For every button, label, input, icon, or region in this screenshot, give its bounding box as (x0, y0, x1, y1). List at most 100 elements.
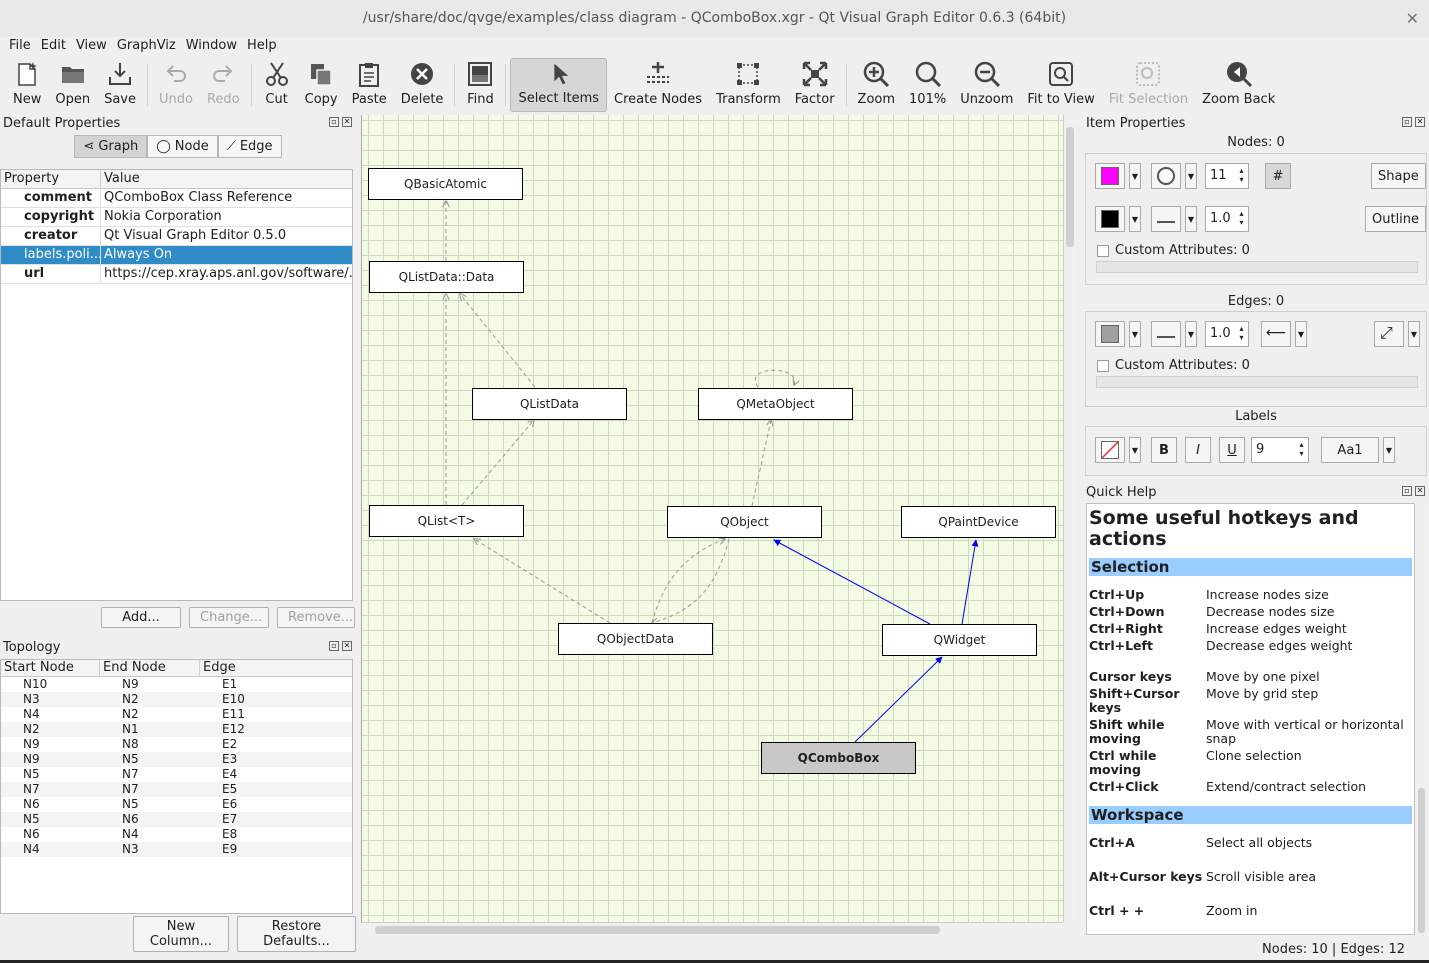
font-button[interactable]: Aa1 (1321, 437, 1379, 463)
edge-color-button[interactable] (1095, 321, 1125, 347)
node-qlistdata[interactable]: QListData (472, 388, 627, 420)
scrollbar-thumb[interactable] (1418, 788, 1425, 933)
add-button[interactable]: Add... (101, 607, 181, 628)
find-button[interactable]: Find (459, 58, 501, 112)
shape-button[interactable]: Shape (1371, 163, 1426, 189)
bold-button[interactable]: B (1151, 437, 1177, 463)
table-row[interactable]: url https://cep.xray.aps.anl.gov/software… (1, 265, 352, 284)
node-shape-button[interactable] (1151, 163, 1181, 189)
edge-width-spinbox[interactable]: 1.0 (1205, 321, 1249, 347)
table-row[interactable]: N3 N2 E10 (1, 692, 352, 707)
zoom-level-button[interactable]: 101% (902, 58, 953, 112)
menu-view[interactable]: View (71, 37, 112, 57)
edge-type-button[interactable]: ⤢ (1374, 321, 1404, 347)
table-row[interactable]: copyright Nokia Corporation (1, 208, 352, 227)
unzoom-button[interactable]: Unzoom (953, 58, 1020, 112)
canvas-horizontal-scrollbar[interactable] (361, 922, 1063, 936)
topology-table[interactable]: Start Node End Node Edge N10 N9 E1 N3 N2 E10 N… (0, 659, 353, 914)
checkbox-box[interactable] (1097, 359, 1109, 372)
table-row[interactable]: comment QComboBox Class Reference (1, 189, 352, 208)
hash-toggle-button[interactable]: # (1265, 163, 1291, 189)
float-icon[interactable]: ▫ (1402, 117, 1412, 127)
factor-button[interactable]: Factor (788, 58, 842, 112)
custom-attributes-nodes-checkbox[interactable]: Custom Attributes: 0 (1097, 243, 1250, 258)
canvas-vertical-scrollbar[interactable] (1063, 115, 1076, 922)
tab-graph[interactable]: ⋖ Graph (74, 135, 148, 158)
close-icon[interactable]: ✕ (342, 117, 352, 127)
table-row[interactable]: N5 N6 E7 (1, 812, 352, 827)
edge-direction-button[interactable]: ⟵ (1261, 321, 1291, 347)
quick-help-panel[interactable]: Some useful hotkeys and actions Selectio… (1086, 503, 1415, 935)
outline-width-spinbox[interactable]: 1.0 (1205, 206, 1249, 232)
table-row[interactable]: N7 N7 E5 (1, 782, 352, 797)
table-row[interactable]: N2 N1 E12 (1, 722, 352, 737)
table-row[interactable]: N4 N2 E11 (1, 707, 352, 722)
column-header-edge[interactable]: Edge (200, 660, 352, 676)
create-nodes-button[interactable]: Create Nodes (607, 58, 709, 112)
close-icon[interactable]: ✕ (1415, 486, 1425, 496)
outline-button[interactable]: Outline (1365, 206, 1427, 232)
float-icon[interactable]: ▫ (329, 117, 339, 127)
table-row[interactable]: N5 N7 E4 (1, 767, 352, 782)
open-button[interactable]: Open (48, 58, 97, 112)
node-qpaintdevice[interactable]: QPaintDevice (901, 506, 1056, 538)
edge-style-button[interactable] (1151, 321, 1181, 347)
close-icon[interactable]: ✕ (342, 641, 352, 651)
chevron-down-icon[interactable]: ▼ (1383, 437, 1395, 463)
node-qwidget[interactable]: QWidget (882, 624, 1037, 656)
tab-node[interactable]: ◯ Node (147, 135, 218, 158)
delete-button[interactable]: Delete (394, 58, 451, 112)
fit-to-view-button[interactable]: Fit to View (1020, 58, 1101, 112)
scrollbar-thumb[interactable] (1066, 127, 1074, 247)
menu-help[interactable]: Help (242, 37, 282, 57)
table-row[interactable]: N6 N5 E6 (1, 797, 352, 812)
close-icon[interactable]: ✕ (1415, 117, 1425, 127)
menu-window[interactable]: Window (181, 37, 242, 57)
label-color-button[interactable] (1095, 437, 1125, 463)
table-row[interactable]: creator Qt Visual Graph Editor 0.5.0 (1, 227, 352, 246)
scrollbar-thumb[interactable] (375, 926, 940, 934)
table-row[interactable]: N9 N8 E2 (1, 737, 352, 752)
underline-button[interactable]: U (1219, 437, 1245, 463)
new-button[interactable]: New (6, 58, 48, 112)
label-size-spinbox[interactable]: 9 (1251, 437, 1309, 463)
close-icon[interactable]: ✕ (1406, 0, 1419, 37)
chevron-down-icon[interactable]: ▼ (1185, 163, 1197, 189)
node-qlistdata-data[interactable]: QListData::Data (369, 261, 524, 293)
float-icon[interactable]: ▫ (1402, 486, 1412, 496)
float-icon[interactable]: ▫ (329, 641, 339, 651)
copy-button[interactable]: Copy (298, 58, 345, 112)
undo-button[interactable]: Undo (152, 58, 200, 112)
chevron-down-icon[interactable]: ▼ (1129, 437, 1141, 463)
menu-edit[interactable]: Edit (36, 37, 71, 57)
remove-button[interactable]: Remove... (277, 607, 355, 628)
node-qobject[interactable]: QObject (667, 506, 822, 538)
node-fill-color-button[interactable] (1095, 163, 1125, 189)
custom-attributes-edges-checkbox[interactable]: Custom Attributes: 0 (1097, 358, 1250, 373)
table-row[interactable]: N6 N4 E8 (1, 827, 352, 842)
fit-selection-button[interactable]: Fit Selection (1102, 58, 1195, 112)
node-qbasicatomic[interactable]: QBasicAtomic (368, 168, 523, 200)
table-row[interactable]: N4 N3 E9 (1, 842, 352, 857)
node-qobjectdata[interactable]: QObjectData (558, 623, 713, 655)
paste-button[interactable]: Paste (345, 58, 394, 112)
chevron-down-icon[interactable]: ▼ (1185, 206, 1197, 232)
default-properties-table[interactable]: Property Value comment QComboBox Class Re… (0, 169, 353, 601)
chevron-down-icon[interactable]: ▼ (1129, 321, 1141, 347)
chevron-down-icon[interactable]: ▼ (1129, 206, 1141, 232)
node-qmetaobject[interactable]: QMetaObject (698, 388, 853, 420)
menu-file[interactable]: File (4, 37, 36, 57)
chevron-down-icon[interactable]: ▼ (1295, 321, 1307, 347)
zoom-button[interactable]: Zoom (851, 58, 902, 112)
outline-color-button[interactable] (1095, 206, 1125, 232)
graph-canvas[interactable]: QBasicAtomic QListData::Data QListData Q… (361, 115, 1063, 922)
redo-button[interactable]: Redo (200, 58, 247, 112)
column-header-end-node[interactable]: End Node (100, 660, 200, 676)
outline-style-button[interactable] (1151, 206, 1181, 232)
select-items-button[interactable]: Select Items (510, 58, 608, 112)
cut-button[interactable]: Cut (256, 58, 298, 112)
node-qlist-t[interactable]: QList<T> (369, 505, 524, 537)
chevron-down-icon[interactable]: ▼ (1129, 163, 1141, 189)
column-header-value[interactable]: Value (101, 170, 352, 188)
table-row[interactable]: N10 N9 E1 (1, 677, 352, 692)
